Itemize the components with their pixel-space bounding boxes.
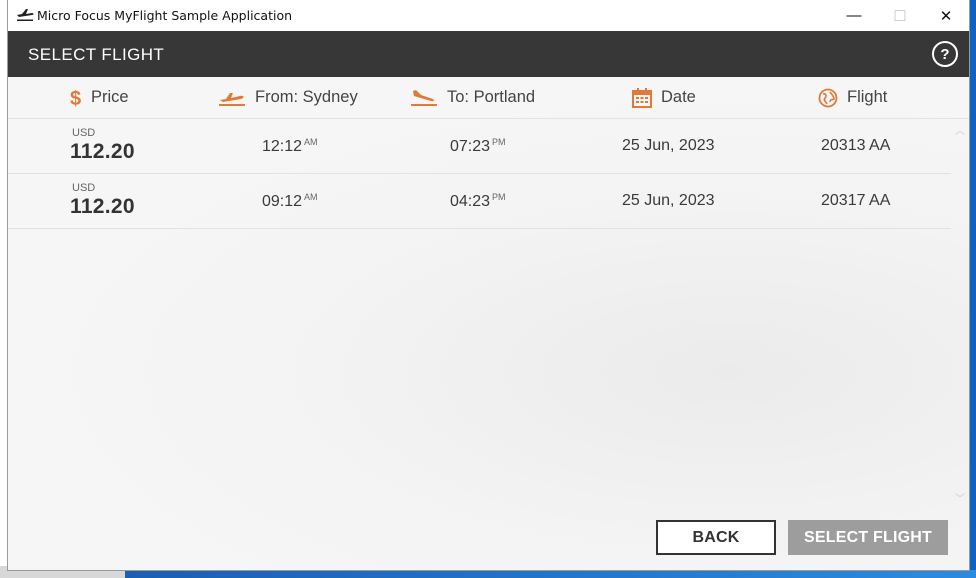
close-button[interactable]: ✕ <box>923 0 969 31</box>
scroll-up-arrow-icon[interactable]: ︿ <box>955 122 965 137</box>
scroll-down-arrow-icon[interactable]: ﹀ <box>955 490 965 505</box>
departure-time-value: 09:12 <box>262 193 303 210</box>
arrival-ampm: PM <box>492 137 506 147</box>
takeoff-icon <box>219 92 245 106</box>
desktop-background-left <box>0 0 8 578</box>
flight-number: 20317 AA <box>821 192 891 209</box>
column-date-label: Date <box>661 88 696 106</box>
page-title: SELECT FLIGHT <box>28 45 165 64</box>
column-flight: Flight <box>818 77 887 118</box>
departure-ampm: AM <box>304 192 318 202</box>
window-title: Micro Focus MyFlight Sample Application <box>37 8 293 23</box>
select-flight-button[interactable]: SELECT FLIGHT <box>788 520 948 555</box>
column-price: $ Price <box>70 77 129 118</box>
calendar-icon <box>632 87 652 108</box>
help-label: ? <box>940 45 950 63</box>
minimize-button[interactable]: — <box>831 0 877 31</box>
column-header-row: $ Price From: Sydney To: Portland Date F… <box>8 77 969 119</box>
arrival-time-value: 04:23 <box>450 193 491 210</box>
svg-text:$: $ <box>70 88 81 108</box>
page-header: SELECT FLIGHT ? <box>8 31 969 77</box>
departure-time: 12:12 AM <box>262 137 318 156</box>
column-from-label: From: Sydney <box>255 88 358 106</box>
arrival-time-value: 07:23 <box>450 138 491 155</box>
column-flight-label: Flight <box>847 88 888 106</box>
flight-number: 20313 AA <box>821 137 891 154</box>
flight-results-panel: $ Price From: Sydney To: Portland Date F… <box>8 77 969 570</box>
flight-date: 25 Jun, 2023 <box>622 137 715 154</box>
arrival-ampm: PM <box>492 192 506 202</box>
title-bar: Micro Focus MyFlight Sample Application … <box>8 0 969 31</box>
price-value: 112.20 <box>70 140 135 163</box>
column-date: Date <box>632 77 696 118</box>
flight-row[interactable]: USD 112.20 12:12 AM 07:23 PM 25 Jun, 2023 … <box>8 119 951 174</box>
departure-time: 09:12 AM <box>262 192 318 211</box>
maximize-button[interactable]: ☐ <box>877 0 923 31</box>
arrival-time: 07:23 PM <box>450 137 506 156</box>
departure-ampm: AM <box>304 137 318 147</box>
price-value: 112.20 <box>70 195 135 218</box>
arrival-time: 04:23 PM <box>450 192 506 211</box>
airplane-icon <box>17 9 34 21</box>
globe-icon <box>818 88 838 107</box>
price-currency: USD <box>72 127 96 139</box>
landing-icon <box>411 89 437 106</box>
flight-date: 25 Jun, 2023 <box>622 192 715 209</box>
dollar-icon: $ <box>70 88 81 108</box>
back-button[interactable]: BACK <box>656 520 776 555</box>
taskbar-strip <box>125 570 976 578</box>
column-to-label: To: Portland <box>447 88 536 106</box>
flight-row[interactable]: USD 112.20 09:12 AM 04:23 PM 25 Jun, 2023 … <box>8 174 951 229</box>
departure-time-value: 12:12 <box>262 138 303 155</box>
column-to: To: Portland <box>410 77 535 118</box>
column-price-label: Price <box>91 88 129 106</box>
price-currency: USD <box>72 182 96 194</box>
column-from: From: Sydney <box>218 77 358 118</box>
help-icon[interactable]: ? <box>932 41 958 67</box>
app-window: Micro Focus MyFlight Sample Application … <box>8 0 969 570</box>
